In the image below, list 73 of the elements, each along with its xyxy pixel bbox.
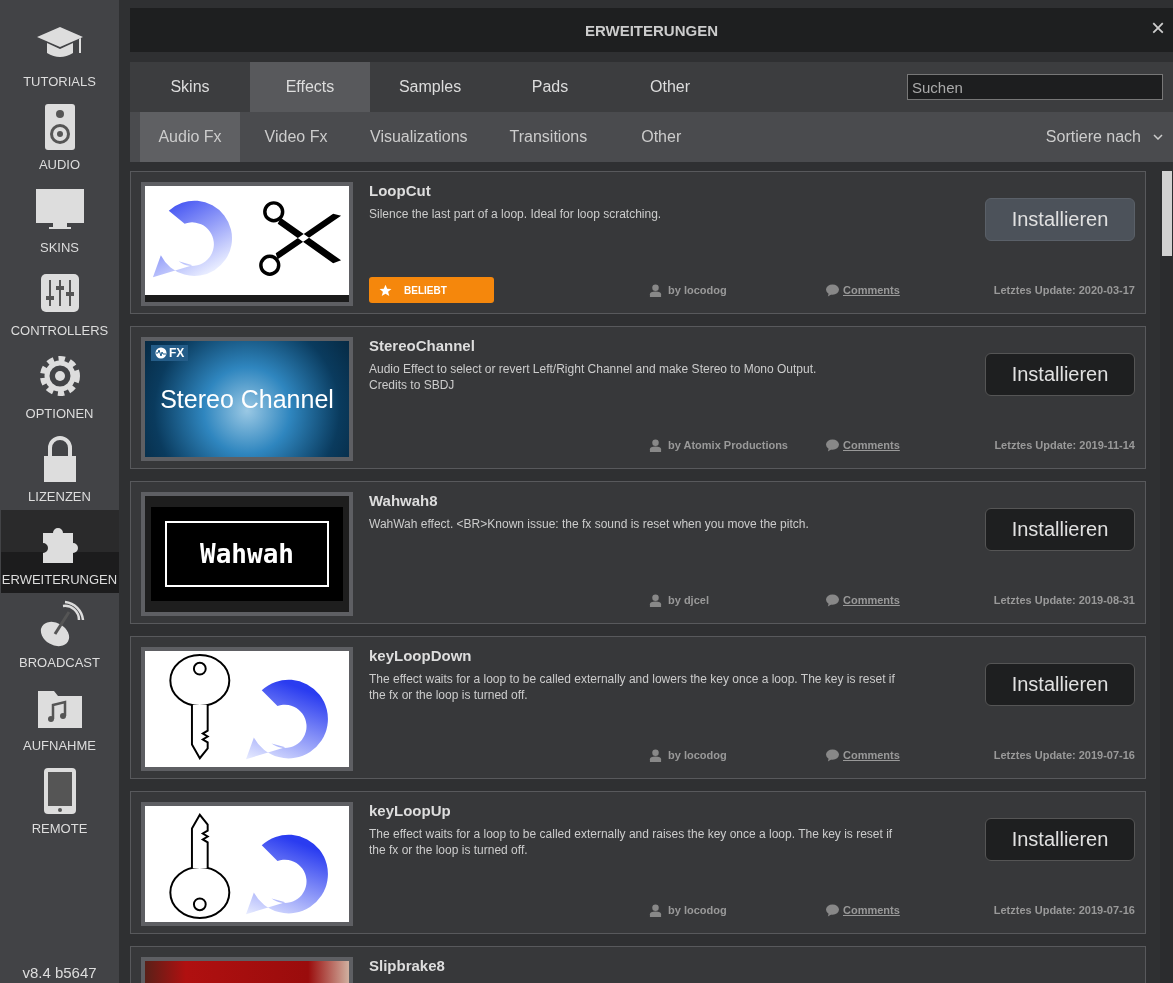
speech-bubble-icon <box>826 283 839 297</box>
speech-bubble-icon <box>826 748 839 762</box>
person-icon <box>649 903 662 917</box>
sidebar-item[interactable]: REMOTE <box>0 759 119 842</box>
sidebar-item[interactable]: SKINS <box>0 178 119 261</box>
install-button[interactable]: Installieren <box>985 353 1135 396</box>
sidebar-item[interactable]: AUFNAHME <box>0 676 119 759</box>
extension-description: WahWah effect. <BR>Known issue: the fx sound is reset when you move the pitch. <box>369 516 809 532</box>
tab[interactable]: Samples <box>370 62 490 112</box>
extension-description: The effect waits for a loop to be called externally and raises the key once a loop. The key is reset if the fx or the loop is turned off. <box>369 826 894 858</box>
person-icon <box>649 438 662 452</box>
author-label: by locodog <box>668 904 727 916</box>
tab[interactable]: Effects <box>250 62 370 112</box>
extension-title: StereoChannel <box>369 337 476 354</box>
sidebar-item[interactable]: TUTORIALS <box>0 12 119 95</box>
install-button[interactable]: Installieren <box>985 818 1135 861</box>
tab[interactable]: Other <box>610 62 730 112</box>
subtab[interactable]: Transitions <box>491 112 606 162</box>
subtab[interactable]: Visualizations <box>352 112 486 162</box>
extension-title: Wahwah8 <box>369 492 439 509</box>
person-icon <box>649 283 662 297</box>
comments-link[interactable]: Comments <box>843 594 900 606</box>
comments-link[interactable]: Comments <box>843 904 900 916</box>
extension-title: Slipbrake8 <box>369 957 445 974</box>
waveform-icon <box>155 347 167 359</box>
comments-link[interactable]: Comments <box>843 284 900 296</box>
last-update-label: Letztes Update: 2019-08-31 <box>993 594 1135 606</box>
subtab[interactable]: Audio Fx <box>140 112 240 162</box>
extension-description: The effect waits for a loop to be called externally and lowers the key once a loop. The key is reset if the fx or the loop is turned off. <box>369 671 896 703</box>
extension-description: Audio Effect to select or revert Left/Right Channel and make Stereo to Mono Output. Credits to SBDJ <box>369 361 817 393</box>
person-icon <box>649 748 662 762</box>
scrollbar[interactable] <box>1160 171 1173 983</box>
subtab[interactable]: Video Fx <box>246 112 346 162</box>
last-update-label: Letztes Update: 2019-07-16 <box>993 904 1135 916</box>
sidebar-item[interactable]: CONTROLLERS <box>0 261 119 344</box>
author-label: by Atomix Productions <box>668 439 788 451</box>
install-button[interactable]: Installieren <box>985 198 1135 241</box>
install-button[interactable]: Installieren <box>985 663 1135 706</box>
sidebar-item[interactable]: AUDIO <box>0 95 119 178</box>
close-button[interactable]: × <box>1147 16 1169 40</box>
search-field[interactable]: Suchen <box>907 74 1163 100</box>
version-label: v8.4 b5647 <box>22 964 97 981</box>
comments-link[interactable]: Comments <box>843 749 900 761</box>
person-icon <box>649 593 662 607</box>
last-update-label: Letztes Update: 2020-03-17 <box>993 284 1135 296</box>
subtab[interactable]: Other <box>611 112 712 162</box>
extension-title: keyLoopDown <box>369 647 473 664</box>
tab[interactable]: Skins <box>130 62 250 112</box>
sidebar-item[interactable]: LIZENZEN <box>0 427 119 510</box>
speech-bubble-icon <box>826 593 839 607</box>
speech-bubble-icon <box>826 438 839 452</box>
tab[interactable]: Pads <box>490 62 610 112</box>
sort-dropdown[interactable]: Sortiere nach <box>1039 127 1169 147</box>
extension-title: keyLoopUp <box>369 802 452 819</box>
extension-title: LoopCut <box>369 182 432 199</box>
sidebar-item[interactable]: ERWEITERUNGEN <box>0 510 119 593</box>
popular-badge: BELIEBT <box>369 277 494 303</box>
window-title: ERWEITERUNGEN <box>584 21 719 39</box>
speech-bubble-icon <box>826 903 839 917</box>
author-label: by locodog <box>668 284 727 296</box>
author-label: by locodog <box>668 749 727 761</box>
sidebar-item[interactable]: BROADCAST <box>0 593 119 676</box>
chevron-icon <box>1153 134 1163 140</box>
star-icon <box>379 283 392 297</box>
extension-description: Silence the last part of a loop. Ideal for loop scratching. <box>369 206 662 222</box>
thumbnail-title: Stereo Channel <box>160 384 334 414</box>
sidebar-item[interactable]: OPTIONEN <box>0 344 119 427</box>
author-label: by djcel <box>668 594 709 606</box>
install-button[interactable]: Installieren <box>985 508 1135 551</box>
last-update-label: Letztes Update: 2019-07-16 <box>993 749 1135 761</box>
comments-link[interactable]: Comments <box>843 439 900 451</box>
fx-badge: FX <box>151 345 189 361</box>
last-update-label: Letztes Update: 2019-11-14 <box>994 439 1135 451</box>
